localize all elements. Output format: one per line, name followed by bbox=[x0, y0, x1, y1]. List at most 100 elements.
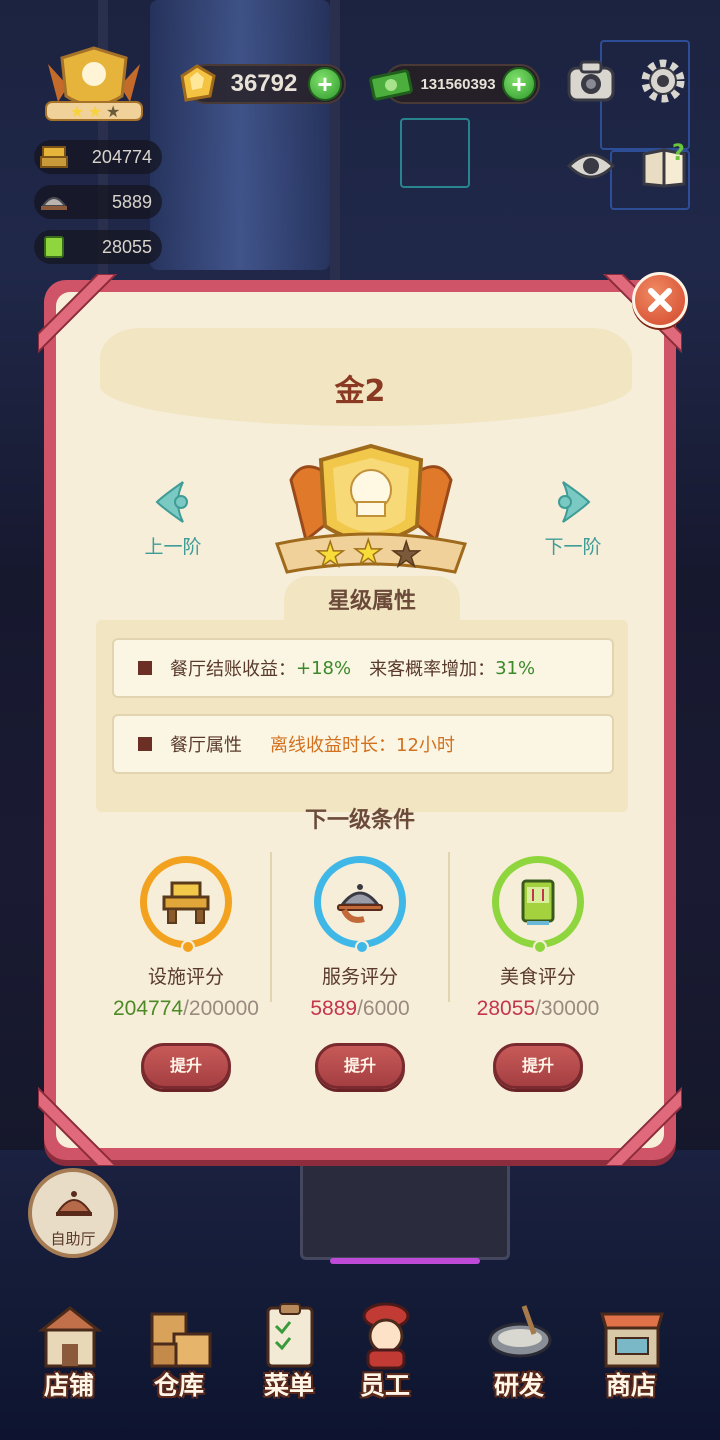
next-level-title: 下一级条件 bbox=[304, 808, 415, 833]
requirement-facility: 设施评分 204774/200000 提升 bbox=[100, 856, 272, 1089]
nav-warehouse-label: 仓库 bbox=[153, 1371, 204, 1400]
upgrade-food-button[interactable]: 提升 bbox=[493, 1043, 583, 1089]
attribute-value: +18% bbox=[296, 657, 352, 679]
rank-badge-small[interactable]: ★ ★ ★ bbox=[38, 44, 150, 128]
nav-shop-label: 店铺 bbox=[43, 1371, 94, 1400]
corner-ribbon-decor bbox=[38, 1086, 118, 1166]
gold-gem-icon bbox=[174, 64, 220, 104]
attribute-row: 餐厅属性 离线收益时长：12小时 bbox=[112, 714, 614, 774]
nav-shop[interactable]: 店铺 bbox=[14, 1300, 124, 1410]
staff-chef-icon bbox=[362, 1302, 410, 1370]
section-title: 星级属性 bbox=[284, 576, 460, 622]
food-icon bbox=[34, 230, 74, 264]
help-book-icon[interactable]: ? bbox=[640, 140, 690, 190]
next-tier-label: 下一阶 bbox=[544, 536, 602, 558]
nav-research[interactable]: 研发 bbox=[464, 1300, 574, 1410]
svg-text:★: ★ bbox=[353, 533, 383, 573]
neon-decor bbox=[400, 118, 470, 188]
requirement-progress: 28055/30000 bbox=[452, 997, 624, 1021]
service-icon bbox=[34, 185, 74, 219]
upgrade-service-button[interactable]: 提升 bbox=[315, 1043, 405, 1089]
service-ring bbox=[314, 856, 406, 954]
add-cash-button[interactable]: + bbox=[502, 67, 536, 101]
nav-warehouse[interactable]: 仓库 bbox=[124, 1300, 234, 1410]
nav-research-label: 研发 bbox=[493, 1371, 544, 1400]
attribute-row: 餐厅结账收益： +18% 来客概率增加： 31% bbox=[112, 638, 614, 698]
gem-amount: 36792 bbox=[230, 70, 298, 97]
beam-decor bbox=[330, 0, 340, 300]
bottom-navigation: 店铺 仓库 菜单 员工 研发 商店 bbox=[0, 1300, 720, 1410]
svg-text:★: ★ bbox=[88, 102, 102, 121]
buffet-hall-button[interactable]: 自助厅 bbox=[28, 1168, 118, 1258]
prev-tier-button[interactable]: 上一阶 bbox=[128, 478, 218, 559]
divider bbox=[448, 852, 450, 1002]
progress-current: 5889 bbox=[310, 997, 358, 1020]
progress-goal: /30000 bbox=[535, 997, 600, 1020]
gold-rank-badge: ★ ★ ★ bbox=[271, 440, 471, 590]
dialog-panel: 金2 上一阶 ★ ★ ★ 下一阶 星级属性 餐厅结账收益： +18% 来客概率增… bbox=[56, 292, 664, 1148]
cash-counter: 131560393 + bbox=[369, 64, 540, 104]
service-score-value: 5889 bbox=[111, 191, 152, 212]
eye-icon[interactable] bbox=[566, 148, 616, 184]
requirement-name: 设施评分 bbox=[147, 966, 224, 988]
facility-score-value: 204774 bbox=[91, 146, 152, 167]
gear-icon[interactable] bbox=[640, 58, 686, 104]
svg-text:★: ★ bbox=[70, 102, 84, 121]
attribute-label: 餐厅属性 bbox=[170, 735, 242, 756]
star-rank-dialog: 金2 上一阶 ★ ★ ★ 下一阶 星级属性 餐厅结账收益： +18% 来客概率增… bbox=[38, 274, 682, 1166]
warehouse-boxes-icon bbox=[150, 1312, 212, 1368]
attribute-label: 餐厅结账收益： bbox=[170, 659, 296, 680]
cooking-pot-icon bbox=[488, 1305, 552, 1358]
close-icon bbox=[648, 288, 672, 312]
progress-goal: /200000 bbox=[183, 997, 259, 1020]
nav-menu[interactable]: 菜单 bbox=[234, 1300, 344, 1410]
close-button[interactable] bbox=[632, 272, 688, 328]
svg-text:?: ? bbox=[672, 141, 685, 166]
requirement-name: 服务评分 bbox=[321, 966, 398, 988]
progress-current: 204774 bbox=[113, 997, 184, 1020]
nav-staff[interactable]: 员工 bbox=[330, 1300, 440, 1410]
upgrade-facility-button[interactable]: 提升 bbox=[141, 1043, 231, 1089]
bullet-icon bbox=[138, 661, 152, 675]
serving-tray-icon bbox=[321, 863, 399, 941]
dialog-title: 金2 bbox=[334, 374, 386, 409]
svg-text:★: ★ bbox=[106, 102, 120, 121]
requirement-name: 美食评分 bbox=[499, 966, 576, 988]
requirement-progress: 204774/200000 bbox=[100, 997, 272, 1021]
cash-amount: 131560393 bbox=[420, 75, 496, 93]
next-tier-button[interactable]: 下一阶 bbox=[528, 478, 618, 559]
left-arrow-icon bbox=[155, 481, 188, 523]
recipe-book-icon bbox=[499, 863, 577, 941]
buffet-hall-label: 自助厅 bbox=[50, 1230, 96, 1248]
food-score-stat: 28055 bbox=[34, 230, 162, 264]
right-arrow-icon bbox=[558, 481, 591, 523]
food-score-value: 28055 bbox=[101, 236, 152, 257]
cash-stack-icon bbox=[368, 64, 414, 104]
shop-building-icon bbox=[37, 1306, 103, 1368]
bullet-icon bbox=[138, 737, 152, 751]
attribute-value: 31% bbox=[495, 657, 536, 679]
nav-menu-label: 菜单 bbox=[263, 1371, 314, 1400]
glass-tube-decor bbox=[150, 0, 330, 270]
svg-text:★: ★ bbox=[315, 535, 345, 575]
facility-ring bbox=[140, 856, 232, 954]
service-score-stat: 5889 bbox=[34, 185, 162, 219]
facility-icon bbox=[34, 140, 74, 174]
stage-decor bbox=[300, 1150, 510, 1260]
add-gems-button[interactable]: + bbox=[308, 67, 342, 101]
camera-icon[interactable] bbox=[566, 58, 616, 104]
nav-store[interactable]: 商店 bbox=[576, 1300, 686, 1410]
svg-text:★: ★ bbox=[391, 535, 421, 575]
menu-clipboard-icon bbox=[266, 1303, 314, 1368]
pedestal-icon bbox=[147, 863, 225, 941]
nav-staff-label: 员工 bbox=[359, 1371, 410, 1400]
gem-counter: 36792 + bbox=[180, 64, 346, 104]
food-ring bbox=[492, 856, 584, 954]
requirement-food: 美食评分 28055/30000 提升 bbox=[452, 856, 624, 1089]
stage-light-decor bbox=[330, 1258, 480, 1264]
attribute-value: 离线收益时长：12小时 bbox=[270, 735, 455, 756]
requirement-service: 服务评分 5889/6000 提升 bbox=[274, 856, 446, 1089]
store-icon bbox=[600, 1312, 664, 1368]
corner-ribbon-decor bbox=[602, 1086, 682, 1166]
nav-store-label: 商店 bbox=[605, 1371, 656, 1400]
